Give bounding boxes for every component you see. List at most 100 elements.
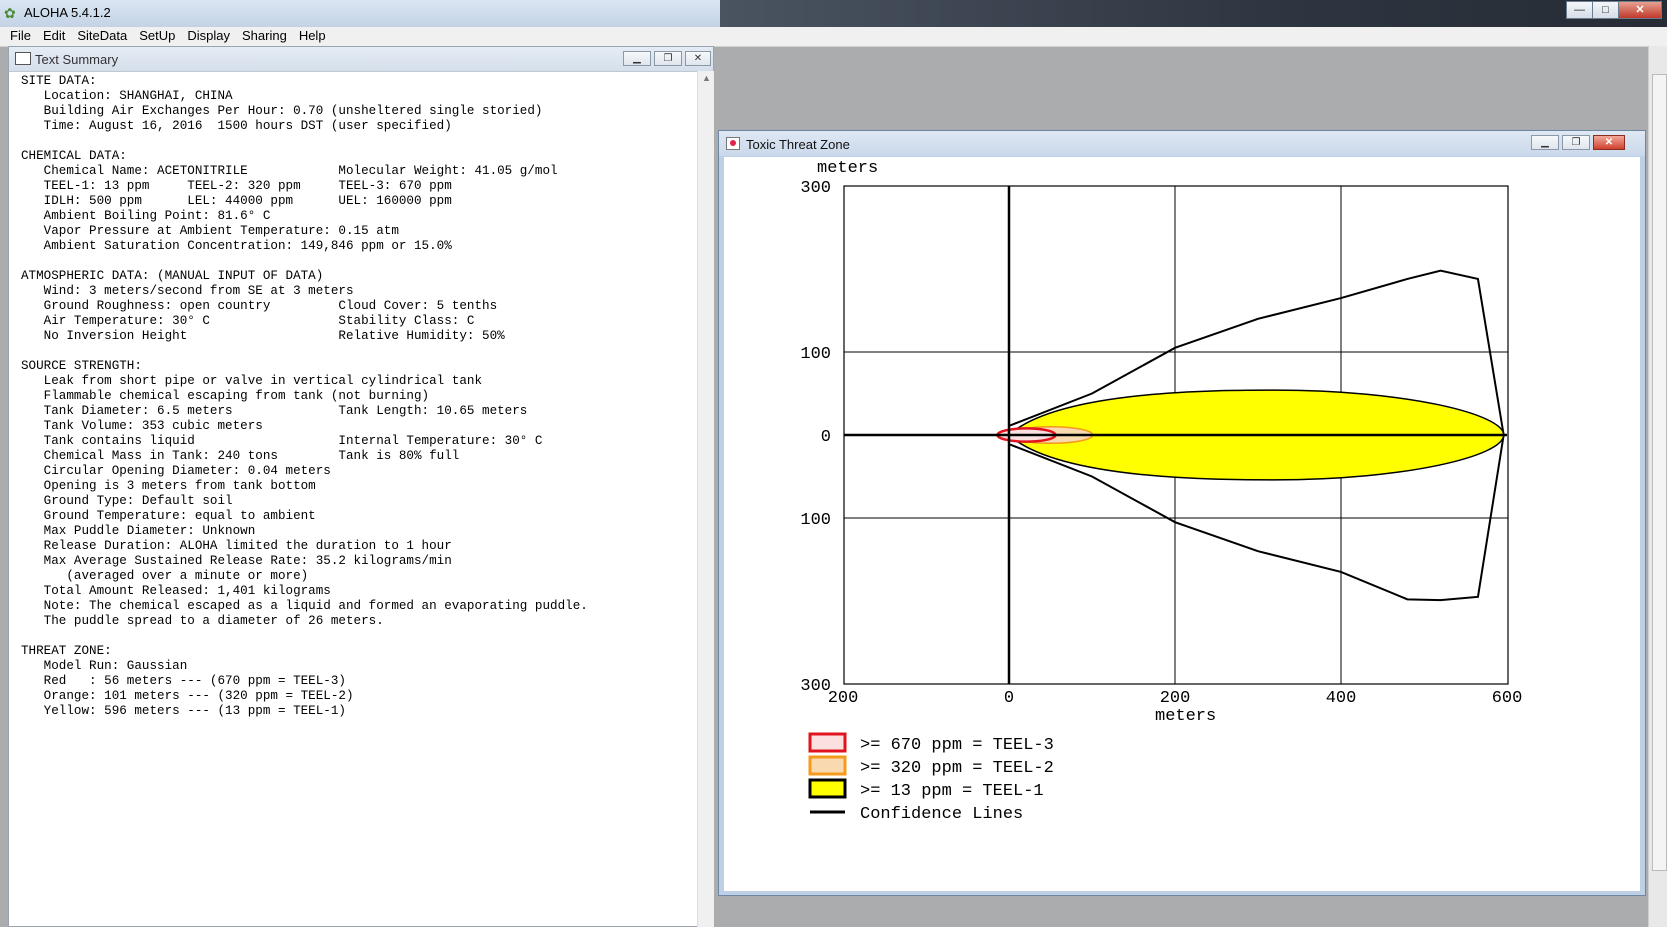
y-tick-label: 100 [800, 345, 831, 364]
summary-line: Time: August 16, 2016 1500 hours DST (us… [21, 119, 452, 133]
menu-sitedata[interactable]: SiteData [71, 27, 133, 43]
y-tick-label: 300 [800, 179, 831, 198]
summary-line: Tank Volume: 353 cubic meters [21, 419, 263, 433]
close-button[interactable]: ✕ [1618, 1, 1662, 19]
text-summary-close-button[interactable]: ✕ [685, 51, 711, 66]
summary-line: SITE DATA: [21, 74, 97, 88]
x-tick-label: 600 [1492, 689, 1523, 708]
summary-line [21, 343, 691, 358]
summary-line: Ground Roughness: open country Cloud Cov… [21, 299, 498, 313]
summary-line: SOURCE STRENGTH: [21, 359, 142, 373]
menu-sharing[interactable]: Sharing [236, 27, 293, 43]
summary-line: Red : 56 meters --- (670 ppm = TEEL-3) [21, 674, 346, 688]
summary-line: Circular Opening Diameter: 0.04 meters [21, 464, 331, 478]
legend-label: Confidence Lines [860, 805, 1023, 824]
summary-line: TEEL-1: 13 ppm TEEL-2: 320 ppm TEEL-3: 6… [21, 179, 452, 193]
threat-zone-plot-area: meters meters 300 100 0 100 300 200 0 200 400 60… [724, 157, 1640, 891]
legend-label: >= 320 ppm = TEEL-2 [860, 759, 1054, 778]
app-titlebar: ✿ ALOHA 5.4.1.2 — □ ✕ [0, 0, 1667, 27]
summary-line: Total Amount Released: 1,401 kilograms [21, 584, 331, 598]
summary-line: Orange: 101 meters --- (320 ppm = TEEL-2… [21, 689, 354, 703]
y-tick-label: 0 [821, 428, 831, 447]
window-icon [15, 52, 31, 65]
summary-line: Ground Type: Default soil [21, 494, 233, 508]
text-summary-restore-button[interactable]: ❐ [654, 51, 682, 66]
x-tick-label: 200 [1160, 689, 1191, 708]
summary-line: Building Air Exchanges Per Hour: 0.70 (u… [21, 104, 543, 118]
legend-swatch [808, 755, 847, 776]
legend-label: >= 670 ppm = TEEL-3 [860, 736, 1054, 755]
summary-line: Wind: 3 meters/second from SE at 3 meter… [21, 284, 354, 298]
summary-line: Flammable chemical escaping from tank (n… [21, 389, 430, 403]
x-tick-label: 0 [1004, 689, 1014, 708]
threat-zone-restore-button[interactable]: ❐ [1562, 135, 1590, 150]
summary-line: Tank contains liquid Internal Temperatur… [21, 434, 543, 448]
y-tick-label: 100 [800, 511, 831, 530]
taskbar-strip [720, 0, 1667, 27]
y-tick-labels: 300 100 0 100 300 [800, 179, 831, 696]
summary-line: Ground Temperature: equal to ambient [21, 509, 316, 523]
summary-line [21, 253, 691, 268]
summary-line: IDLH: 500 ppm LEL: 44000 ppm UEL: 160000… [21, 194, 452, 208]
summary-line: Model Run: Gaussian [21, 659, 188, 673]
threat-zone-titlebar: Toxic Threat Zone ▁ ❐ ✕ [719, 131, 1645, 156]
toxic-threat-zone-window: Toxic Threat Zone ▁ ❐ ✕ meters meters 30… [718, 130, 1646, 896]
legend-label: >= 13 ppm = TEEL-1 [860, 782, 1044, 801]
text-summary-minimize-button[interactable]: ▁ [623, 51, 651, 66]
threat-zone-chart: meters meters 300 100 0 100 300 200 0 200 400 60… [800, 159, 1523, 824]
menu-file[interactable]: File [0, 27, 37, 43]
summary-line: Air Temperature: 30° C Stability Class: … [21, 314, 475, 328]
main-vertical-scrollbar[interactable] [1648, 46, 1667, 927]
summary-line: THREAT ZONE: [21, 644, 112, 658]
summary-line: Opening is 3 meters from tank bottom [21, 479, 316, 493]
summary-line [21, 133, 691, 148]
y-axis-unit-label: meters [817, 159, 878, 178]
x-tick-labels: 200 0 200 400 600 [828, 689, 1523, 708]
summary-line: Note: The chemical escaped as a liquid a… [21, 599, 588, 613]
summary-line: Yellow: 596 meters --- (13 ppm = TEEL-1) [21, 704, 346, 718]
threat-zone-title: Toxic Threat Zone [746, 137, 850, 152]
text-summary-window: Text Summary ▁ ❐ ✕ SITE DATA: Location: … [8, 46, 714, 927]
summary-line [21, 628, 691, 643]
summary-line: CHEMICAL DATA: [21, 149, 127, 163]
x-axis-unit-label: meters [1155, 707, 1216, 726]
text-summary-titlebar: Text Summary ▁ ❐ ✕ [9, 47, 713, 72]
x-tick-label: 400 [1326, 689, 1357, 708]
summary-line: Vapor Pressure at Ambient Temperature: 0… [21, 224, 399, 238]
scroll-thumb[interactable] [1652, 74, 1667, 871]
app-title: ALOHA 5.4.1.2 [24, 5, 111, 20]
summary-line: The puddle spread to a diameter of 26 me… [21, 614, 384, 628]
scroll-up-icon[interactable]: ▲ [702, 73, 711, 83]
text-summary-scrollbar[interactable]: ▲ [697, 71, 714, 927]
summary-line: Max Average Sustained Release Rate: 35.2… [21, 554, 452, 568]
threat-zone-close-button[interactable]: ✕ [1593, 135, 1625, 150]
summary-line: Location: SHANGHAI, CHINA [21, 89, 233, 103]
menu-setup[interactable]: SetUp [133, 27, 181, 43]
legend-swatch [808, 732, 847, 753]
menu-display[interactable]: Display [181, 27, 236, 43]
y-tick-label: 300 [800, 677, 831, 696]
menu-help[interactable]: Help [293, 27, 332, 43]
summary-line: No Inversion Height Relative Humidity: 5… [21, 329, 505, 343]
summary-line: Max Puddle Diameter: Unknown [21, 524, 256, 538]
summary-line: Leak from short pipe or valve in vertica… [21, 374, 483, 388]
window-controls: — □ ✕ [1566, 1, 1662, 19]
summary-line: Chemical Name: ACETONITRILE Molecular We… [21, 164, 558, 178]
summary-line: Tank Diameter: 6.5 meters Tank Length: 1… [21, 404, 528, 418]
summary-line: Release Duration: ALOHA limited the dura… [21, 539, 452, 553]
threat-zone-window-icon [726, 137, 740, 150]
minimize-button[interactable]: — [1566, 1, 1593, 19]
threat-zone-minimize-button[interactable]: ▁ [1531, 135, 1559, 150]
summary-line: (averaged over a minute or more) [21, 569, 309, 583]
aloha-logo-icon: ✿ [4, 5, 16, 21]
summary-line: Chemical Mass in Tank: 240 tons Tank is … [21, 449, 460, 463]
legend-swatch [808, 778, 847, 799]
menu-bar: File Edit SiteData SetUp Display Sharing Help [0, 27, 1667, 47]
x-tick-label: 200 [828, 689, 859, 708]
legend: >= 670 ppm = TEEL-3 >= 320 ppm = TEEL-2 >=… [808, 732, 1054, 824]
summary-line: Ambient Boiling Point: 81.6° C [21, 209, 271, 223]
summary-line: Ambient Saturation Concentration: 149,84… [21, 239, 452, 253]
maximize-button[interactable]: □ [1592, 1, 1619, 19]
summary-line: ATMOSPHERIC DATA: (MANUAL INPUT OF DATA) [21, 269, 324, 283]
menu-edit[interactable]: Edit [37, 27, 71, 43]
